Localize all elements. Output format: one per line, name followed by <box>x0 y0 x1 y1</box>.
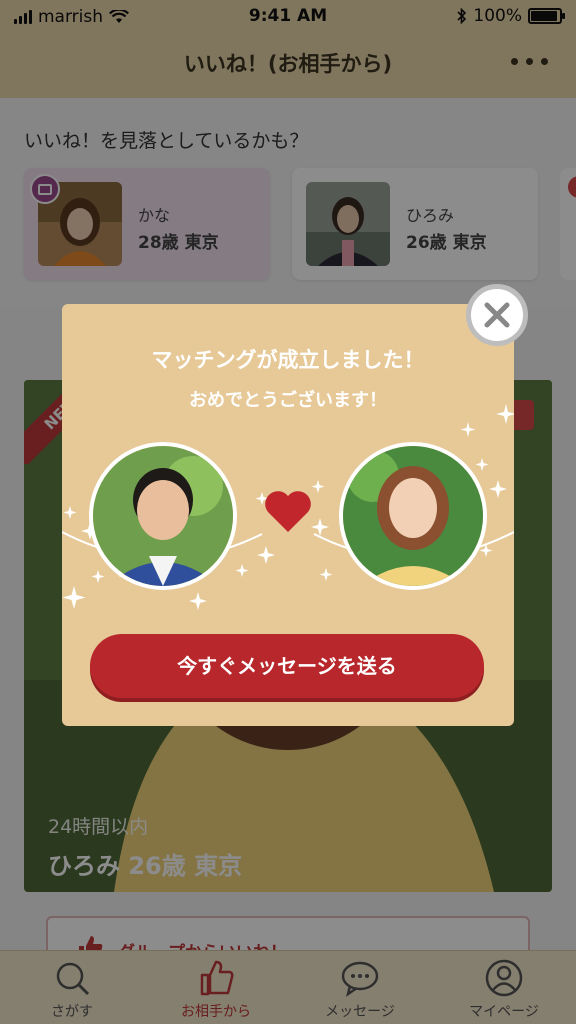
heart-icon <box>265 491 311 532</box>
match-title: マッチングが成立しました！ <box>151 348 425 372</box>
send-message-button[interactable]: 今すぐメッセージを送る <box>90 634 484 698</box>
close-icon <box>484 302 510 328</box>
my-avatar <box>89 442 237 590</box>
match-modal: マッチングが成立しました！ おめでとうございます！ 今すぐメッセージを送る <box>62 304 514 726</box>
close-button[interactable] <box>466 284 528 346</box>
partner-avatar <box>339 442 487 590</box>
